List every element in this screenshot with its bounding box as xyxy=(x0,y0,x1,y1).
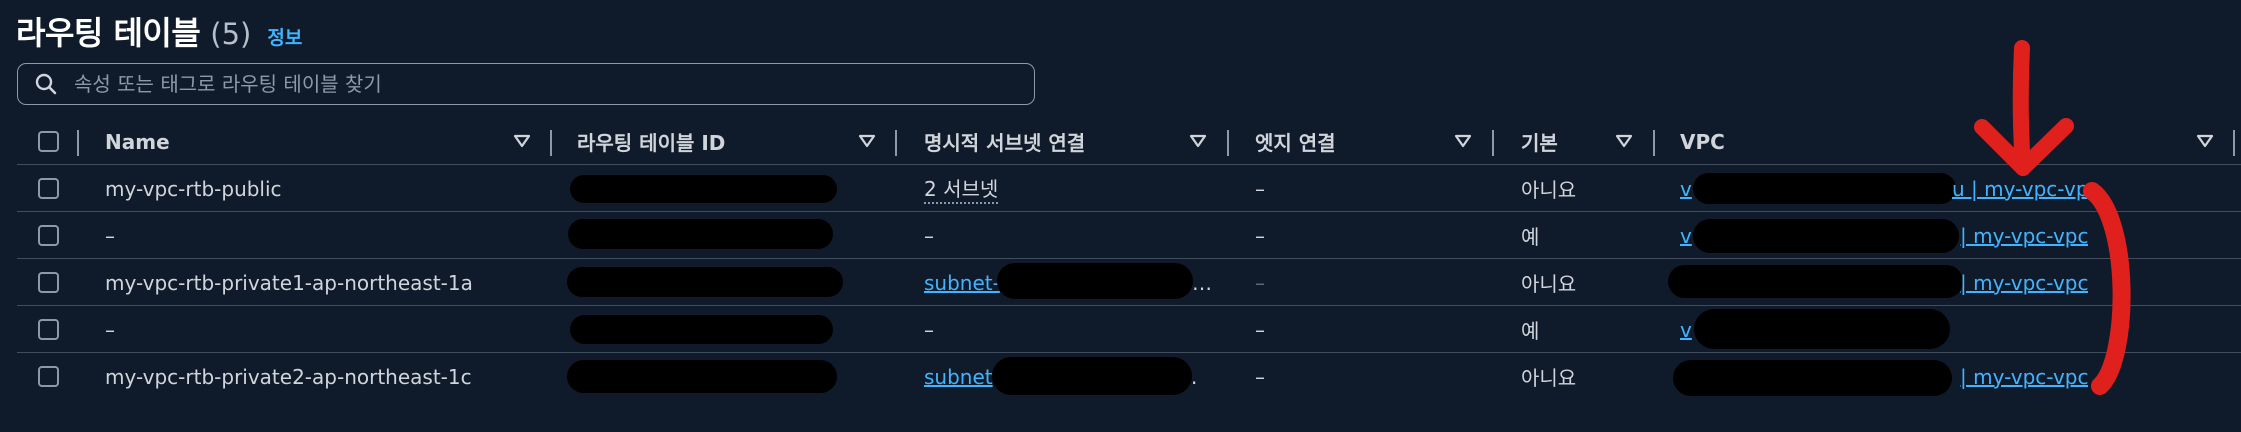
edge-associations: – xyxy=(1255,176,1265,201)
subnet-link[interactable]: subnet- xyxy=(924,259,1000,306)
sort-filter-icon[interactable] xyxy=(2196,133,2214,149)
main-flag: 아니요 xyxy=(1521,178,1577,202)
edge-associations: – xyxy=(1255,364,1265,389)
main-flag: 아니요 xyxy=(1521,366,1577,390)
redacted-route-table-id xyxy=(570,315,833,344)
redacted-vpc-id xyxy=(1694,309,1950,349)
select-all-checkbox[interactable] xyxy=(38,131,59,152)
column-divider xyxy=(77,130,79,156)
column-header-vpc[interactable]: VPC xyxy=(1680,118,1725,165)
subnet-overflow: . xyxy=(1191,364,1198,389)
column-header-explicit-subnet[interactable]: 명시적 서브넷 연결 xyxy=(924,118,1085,165)
sort-filter-icon[interactable] xyxy=(858,133,876,149)
redacted-route-table-id xyxy=(568,219,833,249)
row-checkbox[interactable] xyxy=(38,178,59,199)
subnet-associations[interactable]: 2 서브넷 xyxy=(924,173,999,204)
redacted-route-table-id xyxy=(567,360,837,393)
search-input[interactable] xyxy=(72,71,1034,97)
subnet-overflow: … xyxy=(1192,270,1212,295)
column-divider xyxy=(550,130,552,156)
redacted-vpc-id xyxy=(1673,360,1952,396)
sort-filter-icon[interactable] xyxy=(513,133,531,149)
table-header-row: Name 라우팅 테이블 ID 명시적 서브넷 연결 엣지 연결 기본 VPC xyxy=(17,118,2241,165)
redacted-subnet-id xyxy=(997,263,1193,299)
route-table-name: my-vpc-rtb-public xyxy=(105,176,282,201)
route-table-name: my-vpc-rtb-private1-ap-northeast-1a xyxy=(105,270,473,295)
column-divider xyxy=(2233,130,2235,156)
route-table-list: Name 라우팅 테이블 ID 명시적 서브넷 연결 엣지 연결 기본 VPC … xyxy=(17,118,2241,400)
redacted-vpc-id xyxy=(1693,219,1959,253)
row-checkbox[interactable] xyxy=(38,366,59,387)
redacted-subnet-id xyxy=(992,357,1192,395)
table-row[interactable]: – – – 예 v | my-vpc-vpc xyxy=(17,212,2241,259)
edge-associations: – xyxy=(1255,317,1265,342)
redacted-vpc-id xyxy=(1668,265,1963,298)
vpc-prefix-link[interactable]: v xyxy=(1680,212,1692,259)
red-annotation-icon xyxy=(1974,40,2131,395)
column-header-main[interactable]: 기본 xyxy=(1521,118,1558,165)
subnet-link[interactable]: subnet xyxy=(924,353,993,400)
main-flag: 예 xyxy=(1521,225,1540,249)
vpc-prefix-link[interactable]: v xyxy=(1680,306,1692,353)
redacted-route-table-id xyxy=(570,175,837,203)
main-flag: 아니요 xyxy=(1521,272,1577,296)
row-checkbox[interactable] xyxy=(38,272,59,293)
main-flag: 예 xyxy=(1521,319,1540,343)
route-table-name: – xyxy=(105,317,115,342)
page-header: 라우팅 테이블 (5) 정보 xyxy=(16,8,302,52)
column-header-name[interactable]: Name xyxy=(105,118,170,165)
table-row[interactable]: my-vpc-rtb-private2-ap-northeast-1c subn… xyxy=(17,353,2241,400)
sort-filter-icon[interactable] xyxy=(1189,133,1207,149)
edge-associations: – xyxy=(1255,223,1265,248)
sort-filter-icon[interactable] xyxy=(1615,133,1633,149)
column-header-route-table-id[interactable]: 라우팅 테이블 ID xyxy=(577,118,725,165)
column-divider xyxy=(1227,130,1229,156)
redacted-route-table-id xyxy=(567,267,843,297)
redacted-vpc-id xyxy=(1693,173,1956,204)
search-bar[interactable] xyxy=(17,63,1035,105)
info-link[interactable]: 정보 xyxy=(267,23,302,50)
column-header-edge[interactable]: 엣지 연결 xyxy=(1255,118,1336,165)
row-checkbox[interactable] xyxy=(38,319,59,340)
table-row[interactable]: my-vpc-rtb-private1-ap-northeast-1a subn… xyxy=(17,259,2241,306)
column-divider xyxy=(1492,130,1494,156)
column-divider xyxy=(895,130,897,156)
page-title: 라우팅 테이블 xyxy=(16,14,201,52)
search-icon xyxy=(35,73,57,95)
route-table-name: my-vpc-rtb-private2-ap-northeast-1c xyxy=(105,364,472,389)
subnet-associations: – xyxy=(924,317,934,342)
row-checkbox[interactable] xyxy=(38,225,59,246)
route-table-name: – xyxy=(105,223,115,248)
table-row[interactable]: my-vpc-rtb-public 2 서브넷 – 아니요 v u | my-v… xyxy=(17,165,2241,212)
subnet-associations: – xyxy=(924,223,934,248)
edge-associations: – xyxy=(1255,270,1265,295)
table-row[interactable]: – – – 예 v xyxy=(17,306,2241,353)
sort-filter-icon[interactable] xyxy=(1454,133,1472,149)
column-divider xyxy=(1653,130,1655,156)
vpc-prefix-link[interactable]: v xyxy=(1680,165,1692,212)
item-count: (5) xyxy=(210,17,252,51)
